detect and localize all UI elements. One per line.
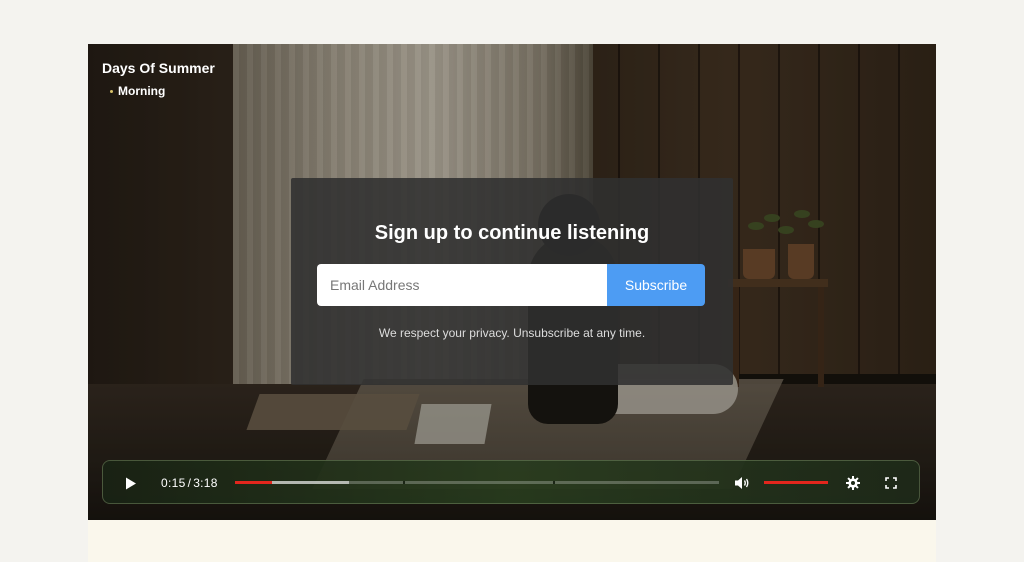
time-separator: / — [187, 476, 192, 490]
volume-icon — [735, 477, 749, 489]
progress-played — [235, 481, 272, 484]
email-field[interactable] — [317, 264, 607, 306]
chapter-dot-icon — [110, 89, 113, 93]
fullscreen-icon — [885, 477, 897, 489]
volume-level — [764, 481, 828, 484]
signup-title: Sign up to continue listening — [374, 222, 650, 244]
mute-button[interactable] — [733, 461, 751, 505]
fullscreen-button[interactable] — [881, 461, 901, 505]
content-below-player — [88, 520, 936, 562]
chapter-indicator: Morning — [110, 84, 215, 98]
gear-icon — [846, 476, 860, 490]
chapter-marker — [553, 481, 555, 484]
control-bar: 0:15 / 3:18 — [102, 460, 920, 504]
time-display: 0:15 / 3:18 — [161, 461, 218, 505]
signup-overlay: Sign up to continue listening Subscribe … — [291, 178, 733, 385]
progress-bar[interactable] — [235, 481, 719, 484]
chapter-label: Morning — [118, 84, 166, 98]
duration: 3:18 — [193, 476, 218, 490]
play-icon — [126, 477, 136, 489]
video-title-block: Days Of Summer Morning — [102, 60, 215, 98]
volume-slider[interactable] — [764, 481, 828, 484]
video-title: Days Of Summer — [102, 60, 215, 76]
video-player[interactable]: Days Of Summer Morning Sign up to contin… — [88, 44, 936, 520]
subscribe-button[interactable]: Subscribe — [607, 264, 705, 306]
privacy-note: We respect your privacy. Unsubscribe at … — [378, 326, 646, 340]
current-time: 0:15 — [161, 476, 186, 490]
settings-button[interactable] — [843, 461, 863, 505]
play-button[interactable] — [119, 461, 143, 505]
chapter-marker — [403, 481, 405, 484]
